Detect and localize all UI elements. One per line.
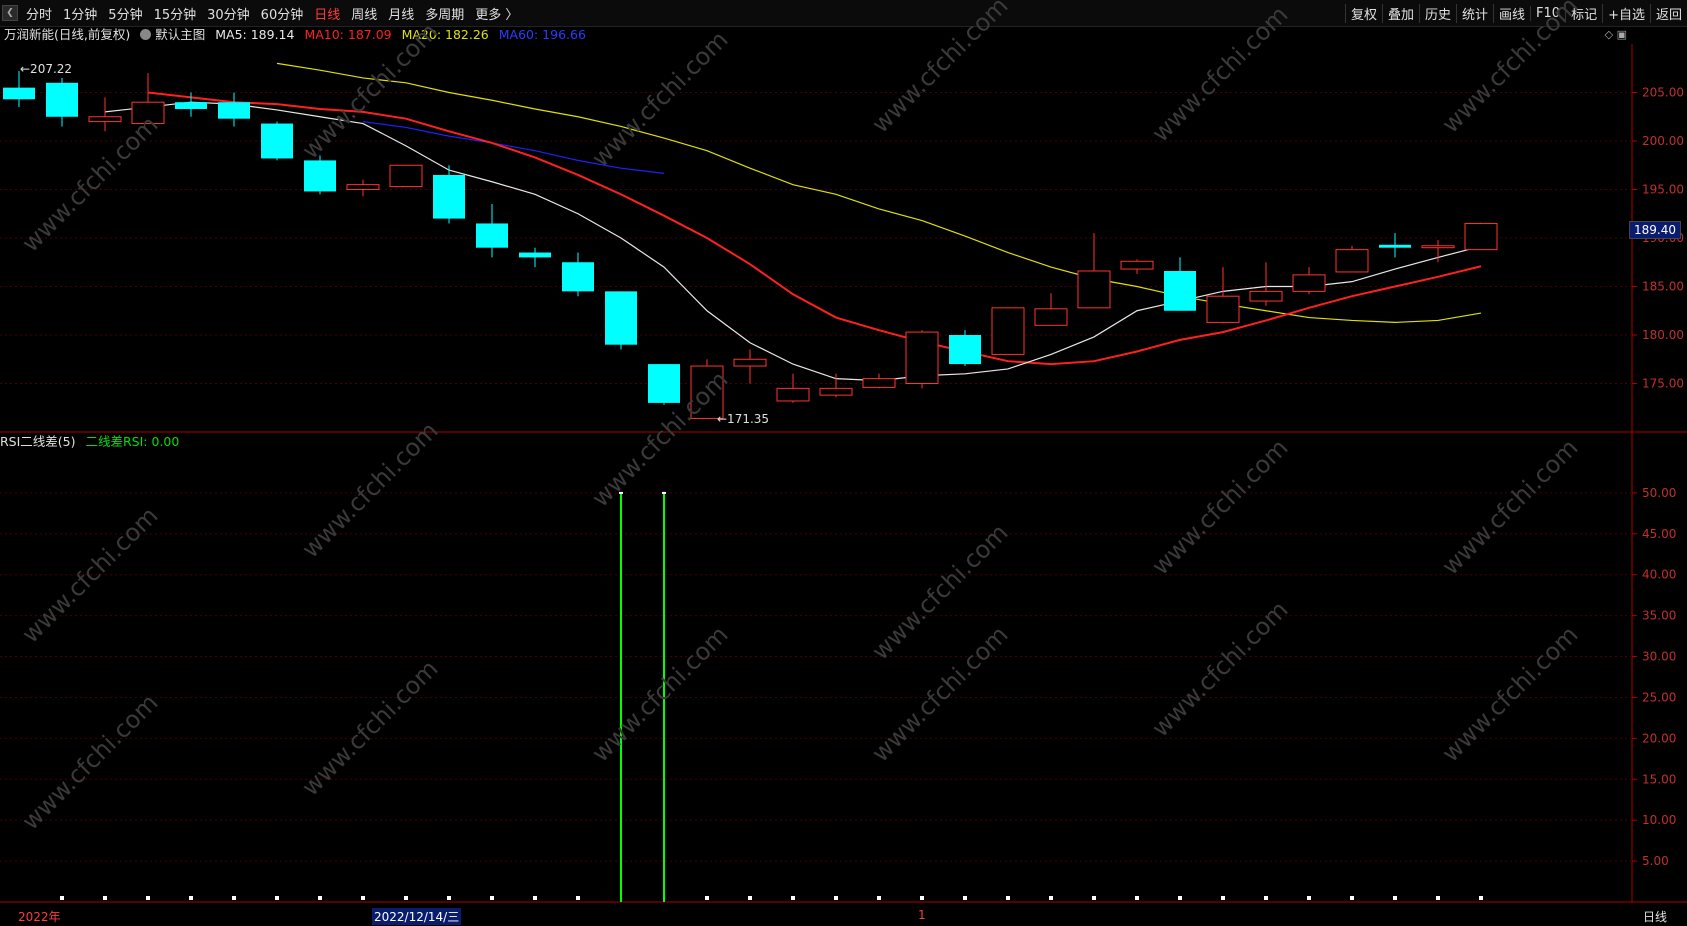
- candle-body-up: [991, 307, 1025, 355]
- candle-body-up: [862, 378, 896, 388]
- rsi-zero-dot: [1350, 896, 1354, 900]
- candle-body-down: [218, 102, 250, 119]
- price-tick-label: 200.00: [1642, 134, 1684, 148]
- candle-body-up: [1292, 274, 1326, 292]
- candle-body-up: [1464, 222, 1498, 251]
- indicator-tick-label: 25.00: [1642, 690, 1676, 704]
- candle-body-down: [605, 291, 637, 345]
- indicator-tick-label: 10.00: [1642, 813, 1676, 827]
- candle-body-down: [1379, 244, 1411, 248]
- candle-body-up: [1249, 290, 1283, 302]
- ma10-line: [147, 91, 1482, 366]
- candle-body-up: [776, 387, 810, 402]
- candle-body-up: [346, 184, 380, 190]
- kline-chart[interactable]: 205.00200.00195.00190.00185.00180.00175.…: [0, 0, 1687, 926]
- candle-body-down: [648, 364, 680, 403]
- candle-body-up: [733, 358, 767, 367]
- rsi-zero-dot: [275, 896, 279, 900]
- rsi-zero-dot: [318, 896, 322, 900]
- rsi-zero-dot: [1221, 896, 1225, 900]
- candle-body-up: [1421, 245, 1455, 249]
- price-tick-label: 175.00: [1642, 377, 1684, 391]
- rsi-zero-dot: [490, 896, 494, 900]
- rsi-zero-dot: [1479, 896, 1483, 900]
- rsi-zero-dot: [576, 896, 580, 900]
- rsi-zero-dot: [447, 896, 451, 900]
- indicator-tick-label: 20.00: [1642, 731, 1676, 745]
- candle-body-up: [1206, 295, 1240, 323]
- price-tick-label: 195.00: [1642, 183, 1684, 197]
- bottom-year: 2022年: [18, 910, 61, 924]
- indicator-tick-label: 30.00: [1642, 650, 1676, 664]
- indicator-tick-label: 50.00: [1642, 486, 1676, 500]
- candle-body-down: [175, 102, 207, 109]
- candle-body-down: [519, 252, 551, 258]
- candle-body-down: [304, 160, 336, 192]
- rsi-zero-dot: [1393, 896, 1397, 900]
- candle-body-down: [949, 335, 981, 365]
- rsi-zero-dot: [877, 896, 881, 900]
- price-tick-label: 180.00: [1642, 328, 1684, 342]
- rsi-zero-dot: [1307, 896, 1311, 900]
- rsi-zero-dot: [705, 896, 709, 900]
- candle-body-up: [1034, 308, 1068, 326]
- rsi-zero-dot: [189, 896, 193, 900]
- candle-body-down: [1164, 270, 1196, 311]
- rsi-zero-dot: [1436, 896, 1440, 900]
- candle-body-down: [261, 123, 293, 159]
- candle-body-down: [433, 174, 465, 219]
- indicator-tick-label: 15.00: [1642, 772, 1676, 786]
- bottom-date: 2022/12/14/三: [372, 908, 462, 925]
- rsi-zero-dot: [146, 896, 150, 900]
- bottom-period: 日线: [1643, 910, 1668, 924]
- high-price-label: ←207.22: [20, 62, 72, 76]
- rsi-zero-dot: [1092, 896, 1096, 900]
- candle-body-up: [1120, 260, 1154, 270]
- rsi-zero-dot: [1178, 896, 1182, 900]
- bottom-marker: 1: [918, 908, 926, 922]
- rsi-zero-dot: [963, 896, 967, 900]
- candle-body-down: [3, 87, 35, 100]
- indicator-tick-label: 40.00: [1642, 568, 1676, 582]
- rsi-zero-dot: [60, 896, 64, 900]
- rsi-zero-dot: [1135, 896, 1139, 900]
- candle-body-up: [819, 387, 853, 396]
- candle-body-up: [88, 116, 122, 123]
- rsi-zero-dot: [103, 896, 107, 900]
- rsi-zero-dot: [834, 896, 838, 900]
- candle-body-down: [562, 262, 594, 292]
- current-price-tag: 189.40: [1629, 221, 1681, 239]
- candle-body-up: [389, 164, 423, 188]
- rsi-zero-dot: [1006, 896, 1010, 900]
- rsi-zero-dot: [533, 896, 537, 900]
- candle-body-up: [1077, 270, 1111, 309]
- candle-body-down: [46, 82, 78, 117]
- rsi-spike-cap: [662, 491, 666, 494]
- price-tick-label: 185.00: [1642, 280, 1684, 294]
- rsi-zero-dot: [404, 896, 408, 900]
- candle-body-up: [1335, 249, 1369, 273]
- rsi-zero-dot: [361, 896, 365, 900]
- indicator-tick-label: 45.00: [1642, 527, 1676, 541]
- candle-body-up: [905, 331, 939, 384]
- price-tick-label: 205.00: [1642, 86, 1684, 100]
- rsi-zero-dot: [791, 896, 795, 900]
- low-price-label: ←171.35: [717, 412, 769, 426]
- indicator-tick-label: 5.00: [1642, 854, 1669, 868]
- rsi-zero-dot: [1049, 896, 1053, 900]
- rsi-zero-dot: [232, 896, 236, 900]
- rsi-zero-dot: [920, 896, 924, 900]
- candle-body-down: [476, 223, 508, 248]
- rsi-zero-dot: [748, 896, 752, 900]
- rsi-zero-dot: [1264, 896, 1268, 900]
- indicator-tick-label: 35.00: [1642, 609, 1676, 623]
